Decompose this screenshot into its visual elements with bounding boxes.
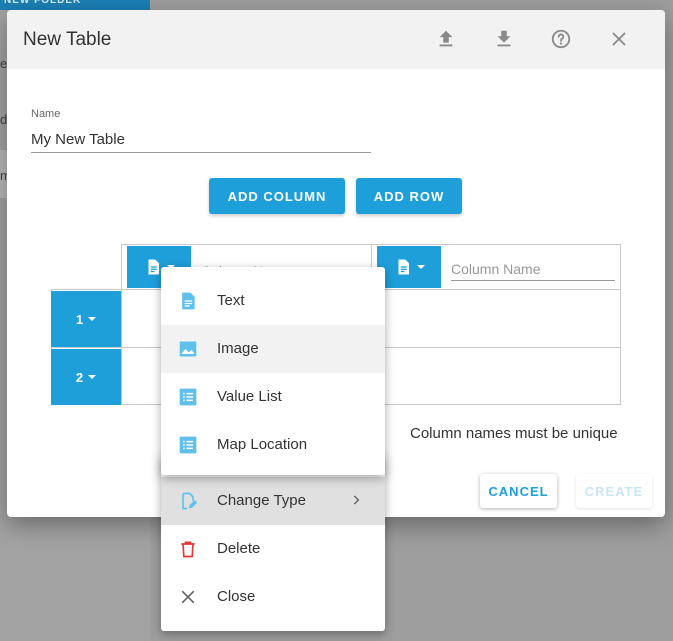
menu-item-label: Map Location bbox=[217, 436, 308, 453]
grid-line bbox=[620, 244, 621, 405]
text-file-icon bbox=[148, 259, 159, 275]
dialog-header: New Table bbox=[7, 10, 665, 69]
row-menu-button[interactable]: 1 bbox=[51, 291, 121, 347]
new-folder-button: NEW FOLDER bbox=[0, 0, 150, 10]
menu-item-delete[interactable]: Delete bbox=[161, 525, 385, 573]
chevron-down-icon bbox=[88, 317, 97, 321]
menu-item-close[interactable]: Close bbox=[161, 573, 385, 621]
map-list-icon bbox=[179, 436, 197, 454]
row-menu-button[interactable]: 2 bbox=[51, 349, 121, 405]
edit-file-icon bbox=[182, 492, 198, 510]
create-button: CREATE bbox=[576, 474, 652, 508]
menu-item-map-location[interactable]: Map Location bbox=[161, 421, 385, 469]
add-column-button[interactable]: ADD COLUMN bbox=[209, 178, 345, 214]
image-icon bbox=[179, 341, 197, 357]
change-type-menu: Text Image Value List Map Location bbox=[161, 267, 385, 475]
row-number: 1 bbox=[75, 311, 84, 327]
help-icon[interactable] bbox=[548, 26, 574, 52]
name-input[interactable] bbox=[31, 126, 371, 153]
menu-item-label: Image bbox=[217, 340, 259, 357]
menu-item-label: Delete bbox=[217, 540, 261, 557]
dialog-title: New Table bbox=[23, 29, 112, 50]
column-type-button[interactable] bbox=[377, 246, 441, 288]
cancel-button[interactable]: CANCEL bbox=[480, 474, 557, 508]
column-name-input[interactable] bbox=[451, 258, 615, 281]
list-icon bbox=[179, 388, 197, 406]
chevron-right-icon bbox=[353, 495, 360, 505]
row-number: 2 bbox=[75, 369, 84, 385]
text-file-icon bbox=[398, 259, 409, 275]
close-icon[interactable] bbox=[606, 26, 632, 52]
menu-item-image[interactable]: Image bbox=[161, 325, 385, 373]
download-icon[interactable] bbox=[491, 26, 517, 52]
menu-item-label: Text bbox=[217, 292, 245, 309]
name-label: Name bbox=[31, 108, 61, 120]
menu-item-label: Value List bbox=[217, 388, 282, 405]
chevron-down-icon bbox=[416, 265, 425, 269]
chevron-down-icon bbox=[88, 375, 97, 379]
add-row-button[interactable]: ADD ROW bbox=[356, 178, 462, 214]
upload-icon[interactable] bbox=[433, 26, 459, 52]
validation-message: Column names must be unique bbox=[410, 425, 618, 442]
grid-line bbox=[121, 244, 122, 405]
menu-item-value-list[interactable]: Value List bbox=[161, 373, 385, 421]
close-icon bbox=[181, 590, 195, 604]
menu-item-label: Close bbox=[217, 588, 256, 605]
menu-item-change-type[interactable]: Change Type bbox=[161, 477, 385, 525]
text-file-icon bbox=[182, 292, 195, 310]
column-context-menu: Change Type Delete Close bbox=[161, 455, 385, 631]
trash-icon bbox=[181, 541, 195, 558]
menu-item-text[interactable]: Text bbox=[161, 277, 385, 325]
menu-item-label: Change Type bbox=[217, 492, 306, 509]
